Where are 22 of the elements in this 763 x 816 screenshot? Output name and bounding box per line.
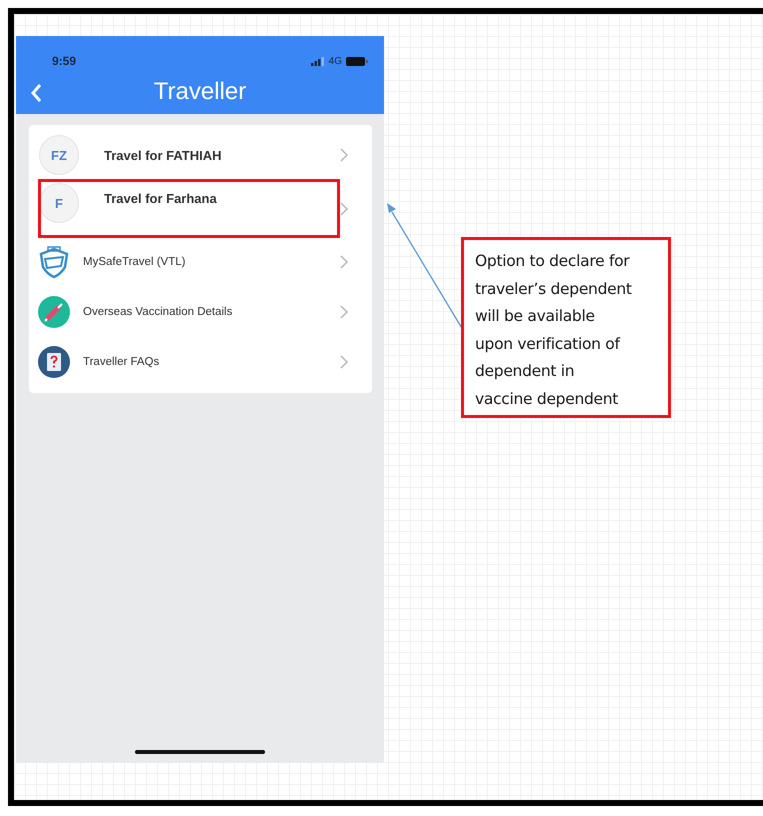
menu-item[interactable]: F Travel for Farhana [29, 181, 372, 237]
question-document-icon [37, 345, 71, 379]
chevron-icon [340, 355, 348, 369]
menu-item[interactable]: FZ Travel for FATHIAH [29, 129, 372, 181]
menu-item[interactable]: Traveller FAQs [29, 337, 372, 387]
battery-icon [346, 56, 368, 66]
status-time: 9:59 [52, 54, 76, 68]
network-label: 4G [328, 56, 342, 66]
syringe-icon [37, 295, 71, 329]
avatar-initials: F [39, 183, 79, 223]
menu-item[interactable]: MySafeTravel (VTL) [29, 237, 372, 287]
chevron-icon [340, 148, 348, 162]
callout-note: Option to declare for traveler’s dependent will be available upon verification of dependent in vaccine dependent [461, 237, 671, 418]
back-icon[interactable] [30, 83, 42, 103]
menu-item[interactable]: Overseas Vaccination Details [29, 287, 372, 337]
avatar-initials: FZ [39, 135, 79, 175]
signal-icon [310, 56, 325, 66]
shield-icon [37, 245, 71, 279]
screen-title: Traveller [154, 78, 246, 105]
chevron-icon [340, 202, 348, 216]
chevron-icon [340, 305, 348, 319]
chevron-icon [340, 255, 348, 269]
